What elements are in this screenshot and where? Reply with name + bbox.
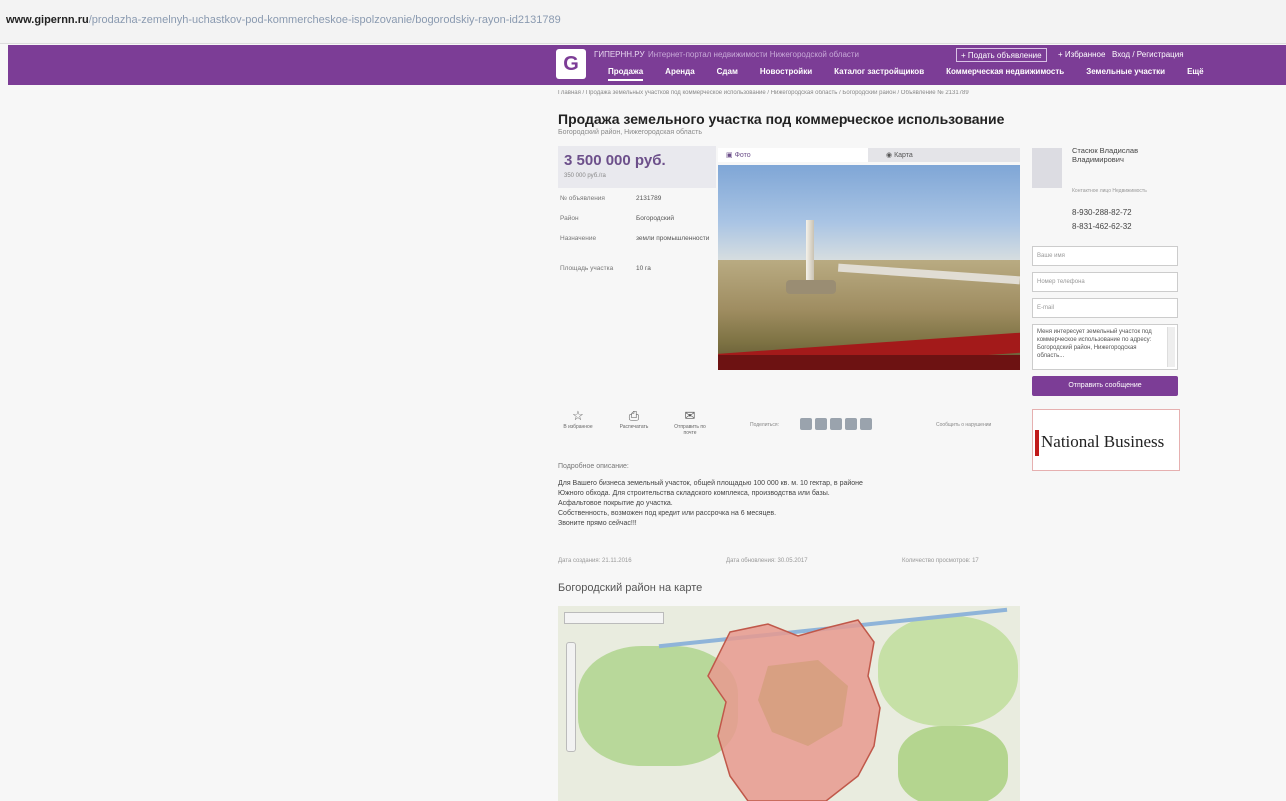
district-map[interactable]: [558, 606, 1020, 801]
favorites-link[interactable]: + Избранное: [1058, 50, 1105, 59]
description-heading: Подробное описание:: [558, 463, 629, 470]
envelope-icon: ✉: [684, 408, 696, 423]
district-boundary: [707, 619, 881, 801]
nav-item-land[interactable]: Земельные участки: [1086, 67, 1165, 81]
description-line: Звоните прямо сейчас!!!: [558, 520, 637, 527]
print-label: Распечатать: [619, 424, 649, 430]
message-text: Меня интересует земельный участок под ко…: [1037, 329, 1152, 359]
seller-name: Стасюк Владислав Владимирович: [1072, 146, 1139, 164]
nav-item-lease[interactable]: Сдам: [717, 67, 738, 81]
favorite-label: В избранное: [563, 424, 593, 430]
photo-tabs: ▣ Фото ◉ Карта: [718, 148, 1020, 162]
param-row: Район Богородский: [558, 215, 718, 235]
share-label: Поделиться:: [750, 422, 779, 428]
site-tagline: Интернет-портал недвижимости Нижегородск…: [648, 50, 860, 59]
seller-note: Контактное лицо Недвижимость: [1072, 188, 1147, 194]
param-value: Богородский: [636, 215, 674, 222]
message-scrollbar[interactable]: [1167, 327, 1175, 367]
param-key: Район: [560, 215, 579, 222]
login-link[interactable]: Вход / Регистрация: [1112, 50, 1184, 59]
price-per-unit: 350 000 руб./га: [564, 173, 606, 179]
photo-obelisk-base: [786, 280, 836, 294]
banner-accent: [1035, 430, 1039, 456]
page-title: Продажа земельного участка под коммерчес…: [558, 111, 1005, 127]
site-logo[interactable]: G: [556, 49, 586, 79]
description-line: Южного обхода. Для строительства складск…: [558, 490, 830, 497]
name-field[interactable]: Ваше имя: [1032, 246, 1178, 266]
updated-date: Дата обновления: 30.05.2017: [726, 558, 808, 564]
mailru-share-icon[interactable]: [860, 418, 872, 430]
message-field[interactable]: Меня интересует земельный участок под ко…: [1032, 324, 1178, 370]
star-icon: ☆: [572, 408, 584, 423]
print-button[interactable]: ⎙ Распечатать: [614, 408, 654, 430]
price: 3 500 000 руб.: [564, 152, 666, 169]
param-key: Назначение: [560, 235, 597, 242]
send-friend-label: Отправить по почте: [674, 424, 706, 436]
facebook-share-icon[interactable]: [815, 418, 827, 430]
site-header: G ГИПЕРНН.РУ Интернет-портал недвижимост…: [8, 45, 1286, 85]
tab-map[interactable]: ◉ Карта: [878, 148, 921, 162]
complaint-link[interactable]: Сообщить о нарушении: [936, 422, 991, 428]
send-message-button[interactable]: Отправить сообщение: [1032, 376, 1178, 396]
tab-map-label: Карта: [894, 152, 913, 159]
map-toolbar[interactable]: [564, 612, 664, 624]
listing-photo[interactable]: [718, 165, 1020, 370]
param-value: 2131789: [636, 195, 662, 202]
main-nav: Продажа Аренда Сдам Новостройки Каталог …: [608, 67, 1226, 81]
nav-item-developers[interactable]: Каталог застройщиков: [834, 67, 924, 81]
created-date: Дата создания: 21.11.2016: [558, 558, 632, 564]
param-value: 10 га: [636, 265, 651, 272]
photo-red-field-dark: [718, 355, 1020, 370]
url-host: www.gipernn.ru: [6, 14, 89, 26]
phone-field[interactable]: Номер телефона: [1032, 272, 1178, 292]
email-field[interactable]: E-mail: [1032, 298, 1178, 318]
send-friend-button[interactable]: ✉ Отправить по почте: [670, 408, 710, 436]
seller-avatar: [1032, 148, 1062, 188]
description-line: Асфальтовое покрытие до участка.: [558, 500, 673, 507]
map-heading: Богородский район на карте: [558, 582, 703, 594]
param-row: № объявления 2131789: [558, 195, 718, 215]
address-bar[interactable]: www.gipernn.ru/prodazha-zemelnyh-uchastk…: [0, 0, 1286, 44]
map-zoom-slider[interactable]: [566, 642, 576, 752]
param-value: земли промышленности: [636, 235, 710, 242]
seller-phone-2: 8-831-462-62-32: [1072, 222, 1132, 231]
nav-item-sale[interactable]: Продажа: [608, 67, 644, 81]
favorite-button[interactable]: ☆ В избранное: [558, 408, 598, 430]
nav-item-commercial[interactable]: Коммерческая недвижимость: [946, 67, 1064, 81]
nav-item-new-buildings[interactable]: Новостройки: [760, 67, 812, 81]
printer-icon: ⎙: [628, 408, 640, 423]
ad-banner[interactable]: National Business: [1032, 409, 1180, 471]
view-count: Количество просмотров: 17: [902, 558, 979, 564]
tab-photo-label: Фото: [734, 152, 751, 159]
param-key: Площадь участка: [560, 265, 614, 272]
param-row: Назначение земли промышленности: [558, 235, 718, 265]
nav-item-more[interactable]: Ещё: [1187, 67, 1204, 81]
brand-name: ГИПЕРНН.РУ: [594, 50, 645, 59]
url-path: /prodazha-zemelnyh-uchastkov-pod-kommerc…: [88, 14, 561, 26]
banner-text: National Business: [1041, 432, 1165, 451]
description-line: Собственность, возможен под кредит или р…: [558, 510, 777, 517]
odnoklassniki-share-icon[interactable]: [845, 418, 857, 430]
description-line: Для Вашего бизнеса земельный участок, об…: [558, 480, 863, 487]
tab-photo[interactable]: ▣ Фото: [718, 148, 868, 162]
seller-phone-1: 8-930-288-82-72: [1072, 208, 1132, 217]
price-box: 3 500 000 руб. 350 000 руб./га: [558, 146, 716, 188]
nav-item-rent[interactable]: Аренда: [665, 67, 694, 81]
param-key: № объявления: [560, 195, 605, 202]
photo-sky: [718, 165, 1020, 260]
description: Для Вашего бизнеса земельный участок, об…: [558, 479, 1018, 529]
page-subtitle: Богородский район, Нижегородская область: [558, 129, 702, 136]
listing-params: № объявления 2131789 Район Богородский Н…: [558, 195, 718, 285]
listing-actions: ☆ В избранное ⎙ Распечатать ✉ Отправить …: [558, 408, 1018, 444]
share-icons: [800, 418, 872, 430]
submit-ad-button[interactable]: + Подать объявление: [956, 48, 1047, 62]
param-row: Площадь участка 10 га: [558, 265, 718, 285]
twitter-share-icon[interactable]: [830, 418, 842, 430]
breadcrumb[interactable]: Главная / Продажа земельных участков под…: [558, 90, 1078, 96]
vk-share-icon[interactable]: [800, 418, 812, 430]
